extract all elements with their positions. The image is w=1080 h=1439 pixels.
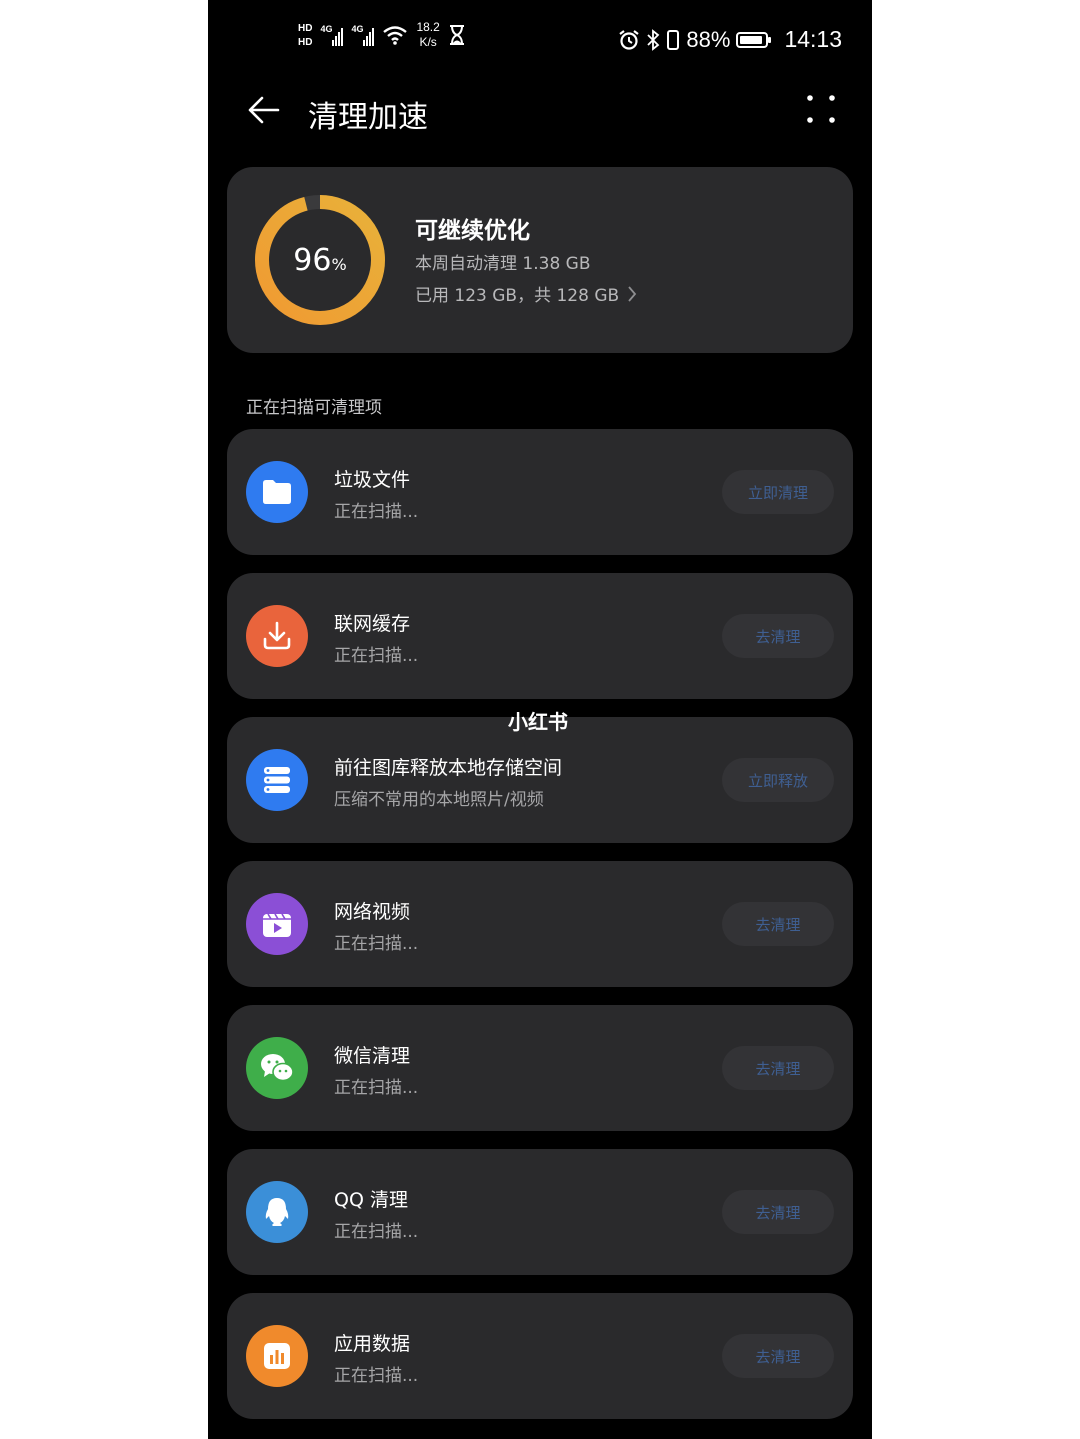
section-title: 正在扫描可清理项: [246, 398, 382, 418]
status-bar: HD HD 4G 4G 18.2 K/s 88% 14:13: [208, 0, 872, 80]
release-now-button[interactable]: 立即释放: [722, 758, 834, 802]
item-subtitle: 正在扫描...: [334, 934, 419, 954]
usage-percent: 96 %: [253, 193, 387, 327]
item-icon-bg: [246, 1181, 308, 1243]
net-gen-2: 4G: [351, 24, 364, 34]
go-clean-button[interactable]: 去清理: [722, 614, 834, 658]
usage-percent-unit: %: [331, 254, 347, 274]
speed-unit: K/s: [419, 35, 437, 49]
net-gen-1: 4G: [320, 24, 333, 34]
item-title: QQ 清理: [334, 1189, 408, 1211]
item-subtitle: 正在扫描...: [334, 646, 419, 666]
status-left: HD HD 4G 4G 18.2 K/s: [298, 20, 466, 50]
item-icon-bg: [246, 893, 308, 955]
alarm-icon: [619, 29, 640, 50]
chevron-right-icon: [628, 285, 637, 302]
bluetooth-icon: [647, 28, 660, 51]
item-title: 应用数据: [334, 1333, 411, 1355]
item-subtitle: 压缩不常用的本地照片/视频: [334, 790, 544, 810]
title-bar: 清理加速: [208, 80, 872, 144]
net-speed: 18.2 K/s: [416, 20, 439, 50]
item-title: 联网缓存: [334, 613, 411, 635]
sim1-badge: HD: [298, 22, 313, 34]
watermark: 小红书: [508, 710, 568, 734]
cleanup-item-junk-files[interactable]: 垃圾文件 正在扫描... 立即清理: [227, 429, 853, 555]
back-button[interactable]: [244, 90, 284, 130]
more-dots-icon: [807, 95, 835, 123]
more-options-button[interactable]: [806, 94, 836, 124]
go-clean-button[interactable]: 去清理: [722, 1190, 834, 1234]
clock: 14:13: [784, 26, 842, 52]
status-right: 88% 14:13: [618, 26, 842, 53]
item-subtitle: 正在扫描...: [334, 1366, 419, 1386]
folder-icon: [263, 480, 291, 504]
weekly-cleanup: 本周自动清理 1.38 GB: [415, 254, 591, 274]
battery-fill: [740, 35, 762, 44]
wechat-icon: [261, 1054, 294, 1082]
item-icon-bg: [246, 605, 308, 667]
app-data-icon: [264, 1343, 290, 1369]
speed-value: 18.2: [416, 20, 440, 34]
item-icon-bg: [246, 461, 308, 523]
download-icon: [263, 621, 291, 650]
item-title: 前往图库释放本地存储空间: [334, 757, 563, 779]
cleanup-item-wechat[interactable]: 微信清理 正在扫描... 去清理: [227, 1005, 853, 1131]
item-icon-bg: [246, 1325, 308, 1387]
cleanup-item-qq[interactable]: QQ 清理 正在扫描... 去清理: [227, 1149, 853, 1275]
item-title: 网络视频: [334, 901, 411, 923]
usage-percent-number: 96: [293, 242, 332, 278]
battery-icon: [736, 31, 772, 48]
optimization-status: 可继续优化: [415, 218, 530, 244]
storage-usage-link[interactable]: 已用 123 GB，共 128 GB: [415, 281, 637, 306]
vibrate-icon: [667, 29, 680, 50]
item-title: 垃圾文件: [334, 469, 411, 491]
cleanup-item-network-cache[interactable]: 联网缓存 正在扫描... 去清理: [227, 573, 853, 699]
item-subtitle: 正在扫描...: [334, 502, 419, 522]
storage-usage-text: 已用 123 GB，共 128 GB: [415, 286, 620, 306]
item-icon-bg: [246, 1037, 308, 1099]
phone-screen: HD HD 4G 4G 18.2 K/s 88% 14:13 清理加速 96 %…: [208, 0, 872, 1439]
cleanup-item-app-data[interactable]: 应用数据 正在扫描... 去清理: [227, 1293, 853, 1419]
signal-2-icon: 4G: [351, 24, 375, 46]
item-subtitle: 正在扫描...: [334, 1222, 419, 1242]
video-icon: [263, 913, 291, 937]
storage-icon: [264, 767, 290, 793]
wifi-icon: [383, 26, 408, 45]
page-title: 清理加速: [308, 100, 428, 135]
cleanup-item-gallery-storage[interactable]: 前往图库释放本地存储空间 压缩不常用的本地照片/视频 立即释放: [227, 717, 853, 843]
battery-percent: 88%: [686, 26, 731, 52]
storage-summary-card[interactable]: 96 % 可继续优化 本周自动清理 1.38 GB 已用 123 GB，共 12…: [227, 167, 853, 353]
cleanup-item-network-video[interactable]: 网络视频 正在扫描... 去清理: [227, 861, 853, 987]
go-clean-button[interactable]: 去清理: [722, 1046, 834, 1090]
hourglass-icon: [449, 25, 464, 45]
go-clean-button[interactable]: 去清理: [722, 1334, 834, 1378]
item-subtitle: 正在扫描...: [334, 1078, 419, 1098]
back-arrow-icon: [248, 96, 280, 124]
clean-now-button[interactable]: 立即清理: [722, 470, 834, 514]
signal-1-icon: 4G: [320, 24, 344, 46]
item-icon-bg: [246, 749, 308, 811]
sim2-badge: HD: [298, 36, 313, 48]
sim-indicators: HD HD: [298, 23, 312, 48]
qq-icon: [265, 1198, 289, 1226]
go-clean-button[interactable]: 去清理: [722, 902, 834, 946]
item-title: 微信清理: [334, 1045, 411, 1067]
